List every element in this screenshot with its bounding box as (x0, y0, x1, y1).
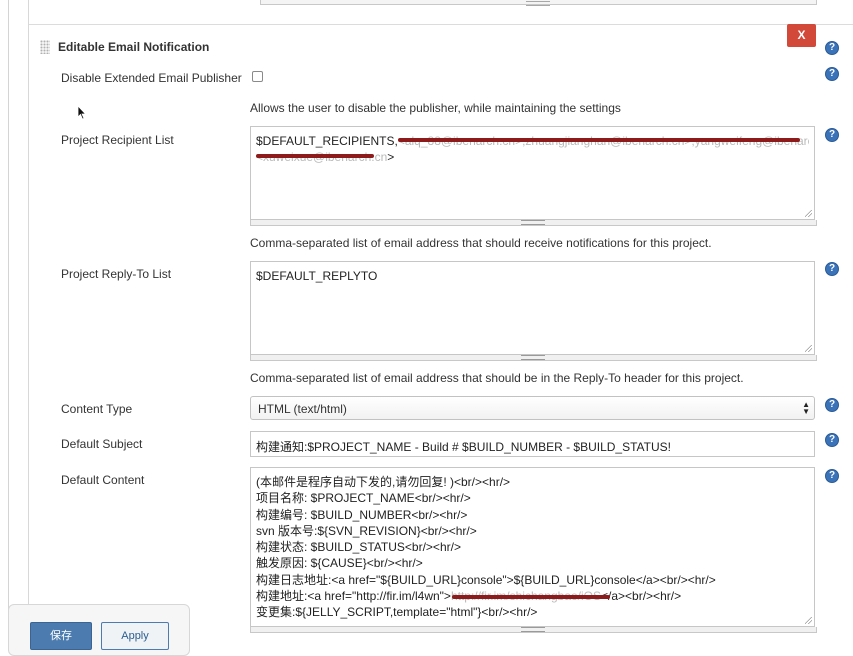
content-line: 构建状态: $BUILD_STATUS<br/><hr/> (256, 540, 461, 555)
disable-publisher-label: Disable Extended Email Publisher (61, 71, 242, 85)
section-title: Editable Email Notification (58, 40, 210, 54)
content-line-prefix: 构建地址:<a href="http://fir.im/l4wn"> (256, 589, 451, 604)
grip-icon (521, 220, 545, 225)
resize-icon[interactable] (805, 345, 812, 352)
left-border (8, 0, 9, 641)
recipient-line2-tail: > (387, 150, 395, 165)
help-icon[interactable]: ? (825, 469, 839, 483)
reply-to-list-label: Project Reply-To List (61, 267, 172, 281)
textarea-grip[interactable] (250, 627, 817, 633)
default-content-label: Default Content (61, 473, 145, 487)
reply-to-list-textarea[interactable]: $DEFAULT_REPLYTO (250, 261, 815, 355)
help-icon[interactable]: ? (825, 433, 839, 447)
content-type-selected: HTML (text/html) (258, 402, 347, 416)
grip-icon (521, 355, 545, 360)
recipient-list-label: Project Recipient List (61, 133, 174, 147)
redaction-mark (398, 138, 800, 142)
content-line: 构建编号: $BUILD_NUMBER<br/><hr/> (256, 507, 468, 522)
drag-handle-icon[interactable] (40, 40, 50, 54)
content-line: 变更集:${JELLY_SCRIPT,template="html"}<br/>… (256, 605, 538, 620)
delete-section-button[interactable]: X (787, 24, 816, 47)
content-line: 项目名称: $PROJECT_NAME<br/><hr/> (256, 491, 471, 506)
default-subject-input[interactable]: 构建通知:$PROJECT_NAME - Build # $BUILD_NUMB… (250, 431, 815, 457)
reply-to-list-description: Comma-separated list of email address th… (250, 371, 744, 385)
reply-to-value: $DEFAULT_REPLYTO (256, 269, 378, 283)
default-content-textarea[interactable]: (本邮件是程序自动下发的,请勿回复! )<br/><hr/> 项目名称: $PR… (250, 467, 815, 627)
apply-button[interactable]: Apply (101, 622, 169, 650)
textarea-grip[interactable] (250, 355, 817, 361)
recipient-list-description: Comma-separated list of email address th… (250, 236, 712, 250)
grip-icon (521, 627, 545, 632)
help-icon[interactable]: ? (825, 398, 839, 412)
grip-icon (526, 1, 550, 6)
previous-textarea-grip[interactable] (260, 0, 817, 6)
textarea-grip[interactable] (250, 220, 817, 226)
help-icon[interactable]: ? (825, 128, 839, 142)
help-icon[interactable]: ? (825, 67, 839, 81)
content-line-suffix: </a><br/><hr/> (601, 589, 682, 604)
disable-publisher-checkbox[interactable] (252, 71, 263, 82)
redaction-mark (452, 595, 610, 599)
select-arrows-icon: ▲ ▼ (802, 400, 810, 416)
content-type-label: Content Type (61, 402, 133, 416)
recipient-visible-text: $DEFAULT_RECIPIENTS, (256, 134, 398, 148)
resize-icon[interactable] (805, 617, 812, 624)
help-icon[interactable]: ? (825, 262, 839, 276)
default-subject-value: 构建通知:$PROJECT_NAME - Build # $BUILD_NUMB… (256, 440, 671, 454)
content-line: 构建日志地址:<a href="${BUILD_URL}console">${B… (256, 572, 716, 587)
resize-icon[interactable] (805, 210, 812, 217)
content-line: (本邮件是程序自动下发的,请勿回复! )<br/><hr/> (256, 475, 511, 489)
redaction-mark (256, 154, 374, 158)
disable-publisher-description: Allows the user to disable the publisher… (250, 101, 621, 115)
content-line: 触发原因: ${CAUSE}<br/><hr/> (256, 556, 423, 571)
mouse-cursor-icon (77, 105, 87, 120)
content-line: svn 版本号:${SVN_REVISION}<br/><hr/> (256, 523, 477, 538)
save-button[interactable]: 保存 (30, 622, 92, 650)
content-type-select[interactable]: HTML (text/html) ▲ ▼ (250, 396, 815, 420)
help-icon[interactable]: ? (825, 41, 839, 55)
default-subject-label: Default Subject (61, 437, 143, 451)
